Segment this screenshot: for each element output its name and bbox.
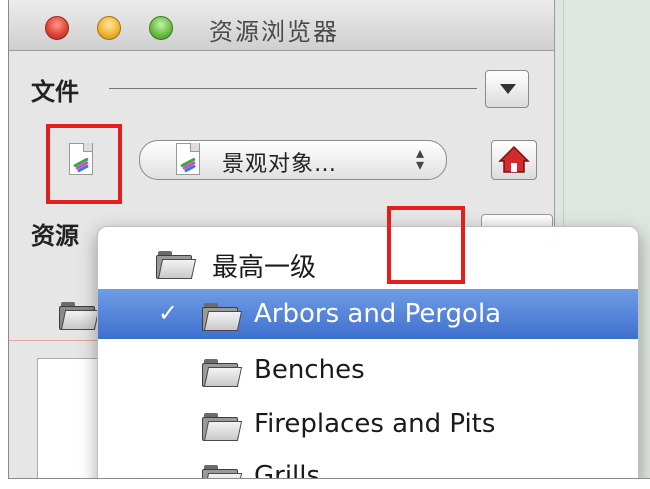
close-icon[interactable] [45, 16, 69, 40]
folder-icon [202, 465, 243, 478]
menu-item-label: Benches [254, 355, 365, 385]
model-select[interactable]: 景观对象… ▴ ▾ [139, 140, 447, 180]
zoom-icon[interactable] [149, 16, 173, 40]
annotation-box [387, 206, 465, 284]
menu-item-fireplaces-and-pits[interactable]: Fireplaces and Pits [98, 399, 638, 449]
menu-item-label: 最高一级 [212, 253, 317, 283]
stepper-arrows-icon: ▴ ▾ [416, 143, 425, 174]
folder-icon [202, 303, 243, 331]
menu-item-label: Arbors and Pergola [254, 299, 502, 329]
menu-item-label: Fireplaces and Pits [254, 409, 496, 439]
menu-item-benches[interactable]: Benches [98, 345, 638, 395]
resources-section-label: 资源 [31, 222, 79, 250]
folder-icon [202, 413, 243, 441]
folder-icon [156, 251, 197, 279]
file-section-label: 文件 [31, 78, 79, 106]
section-divider [109, 88, 477, 89]
window-title: 资源浏览器 [209, 18, 339, 46]
folder-dropdown-menu: 最高一级 ✓ Arbors and Pergola Benches Firepl… [97, 226, 639, 479]
screenshot-frame: 资源浏览器 文件 景观对象… ▴ ▾ 资源 最高一级 ✓ Arbors and … [8, 0, 650, 479]
menu-item-arbors-and-pergola[interactable]: ✓ Arbors and Pergola [98, 289, 638, 339]
menu-item-grills[interactable]: Grills [98, 451, 638, 479]
menu-item-label: Grills [254, 461, 321, 479]
title-bar: 资源浏览器 [9, 0, 554, 51]
checkmark-icon: ✓ [158, 299, 179, 327]
home-button[interactable] [491, 140, 537, 180]
menu-item-top-level[interactable]: 最高一级 [98, 237, 638, 287]
minimize-icon[interactable] [97, 16, 121, 40]
home-icon [498, 145, 530, 173]
document-icon [176, 143, 202, 177]
file-menu-button[interactable] [485, 70, 529, 108]
model-select-value: 景观对象… [222, 152, 338, 177]
folder-icon [59, 302, 100, 330]
folder-icon [202, 359, 243, 387]
annotation-box [46, 124, 122, 204]
menu-arrow-icon [500, 84, 516, 94]
